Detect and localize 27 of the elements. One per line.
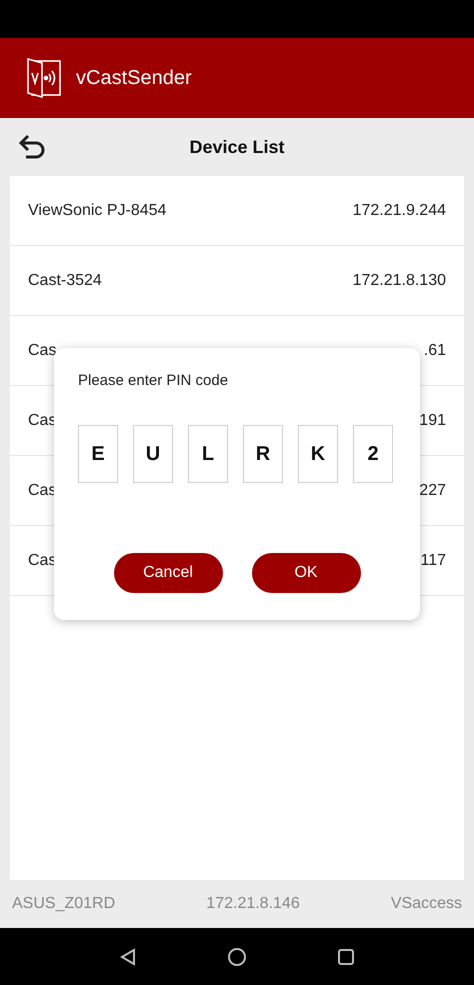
- pin-field[interactable]: 2: [353, 425, 393, 483]
- pin-field[interactable]: L: [188, 425, 228, 483]
- page-title: Device List: [189, 136, 285, 158]
- device-ip: 172.21.8.146: [206, 895, 300, 913]
- device-ip: 227: [419, 482, 446, 500]
- dialog-prompt: Please enter PIN code: [78, 372, 230, 389]
- device-name[interactable]: ViewSonic PJ-8454: [28, 202, 166, 220]
- recents-nav-icon[interactable]: [337, 948, 355, 966]
- device-ip: 191: [419, 412, 446, 430]
- device-ip: 172.21.9.244: [352, 202, 446, 220]
- cancel-button[interactable]: Cancel: [114, 553, 222, 593]
- network-name: VSaccess: [390, 895, 462, 913]
- pin-field[interactable]: U: [133, 425, 173, 483]
- device-name: ASUS_Z01RD: [12, 895, 116, 913]
- device-name[interactable]: Cast-3524: [28, 272, 102, 290]
- pin-field[interactable]: E: [78, 425, 118, 483]
- pin-field[interactable]: K: [298, 425, 338, 483]
- back-nav-icon[interactable]: [119, 948, 137, 966]
- cast-logo-icon: [26, 57, 62, 99]
- device-ip: 172.21.8.130: [352, 272, 446, 290]
- home-nav-icon[interactable]: [227, 946, 247, 966]
- app-title: vCastSender: [76, 66, 192, 90]
- device-ip: .61: [424, 342, 446, 360]
- device-ip: 117: [420, 552, 446, 570]
- pin-field[interactable]: R: [243, 425, 283, 483]
- ok-button[interactable]: OK: [252, 553, 360, 593]
- device-name[interactable]: Cas: [28, 342, 56, 360]
